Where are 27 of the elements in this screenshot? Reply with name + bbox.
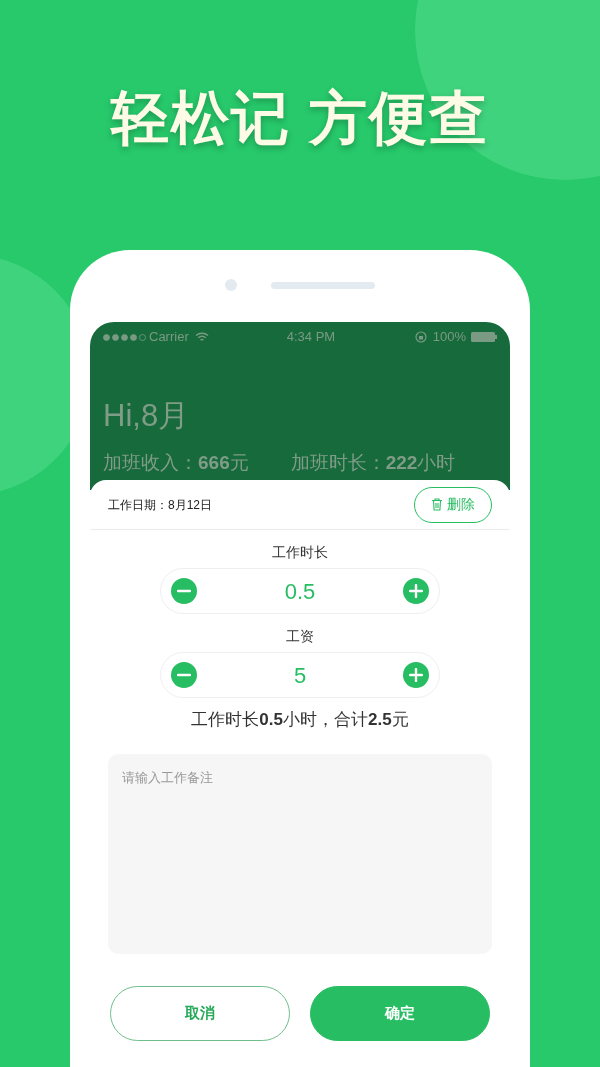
confirm-button[interactable]: 确定 [310, 986, 490, 1041]
plus-icon [409, 584, 423, 598]
battery-icon [471, 332, 497, 342]
stat-text: 加班收入：666元 [103, 451, 249, 475]
minus-button[interactable] [171, 578, 197, 604]
summary-text: 工作时长0.5小时，合计2.5元 [191, 709, 409, 731]
carrier-name: Carrier [149, 328, 189, 347]
stepper-label: 工作时长 [272, 543, 328, 562]
stepper-value: 5 [293, 661, 307, 690]
wifi-icon [194, 332, 209, 342]
cancel-button[interactable]: 取消 [110, 986, 290, 1041]
battery-percent: 100% [432, 328, 466, 347]
greeting: Hi,8月 [103, 397, 191, 435]
work-date: 工作日期：8月12日 [108, 496, 213, 514]
stat-text: 加班时长：222小时 [290, 451, 456, 475]
plus-button[interactable] [403, 662, 429, 688]
lock-rotation-icon [414, 331, 427, 343]
trash-icon [431, 498, 443, 511]
plus-icon [409, 668, 423, 682]
status-time: 4:34 PM [286, 328, 336, 347]
headline: 轻松记 方便查 [110, 84, 490, 152]
stepper-value: 0.5 [284, 577, 316, 606]
plus-button[interactable] [403, 578, 429, 604]
note-field[interactable]: 请输入工作备注 [108, 754, 492, 954]
signal-icon [103, 333, 147, 341]
stepper-label: 工资 [286, 627, 314, 646]
minus-button[interactable] [171, 662, 197, 688]
